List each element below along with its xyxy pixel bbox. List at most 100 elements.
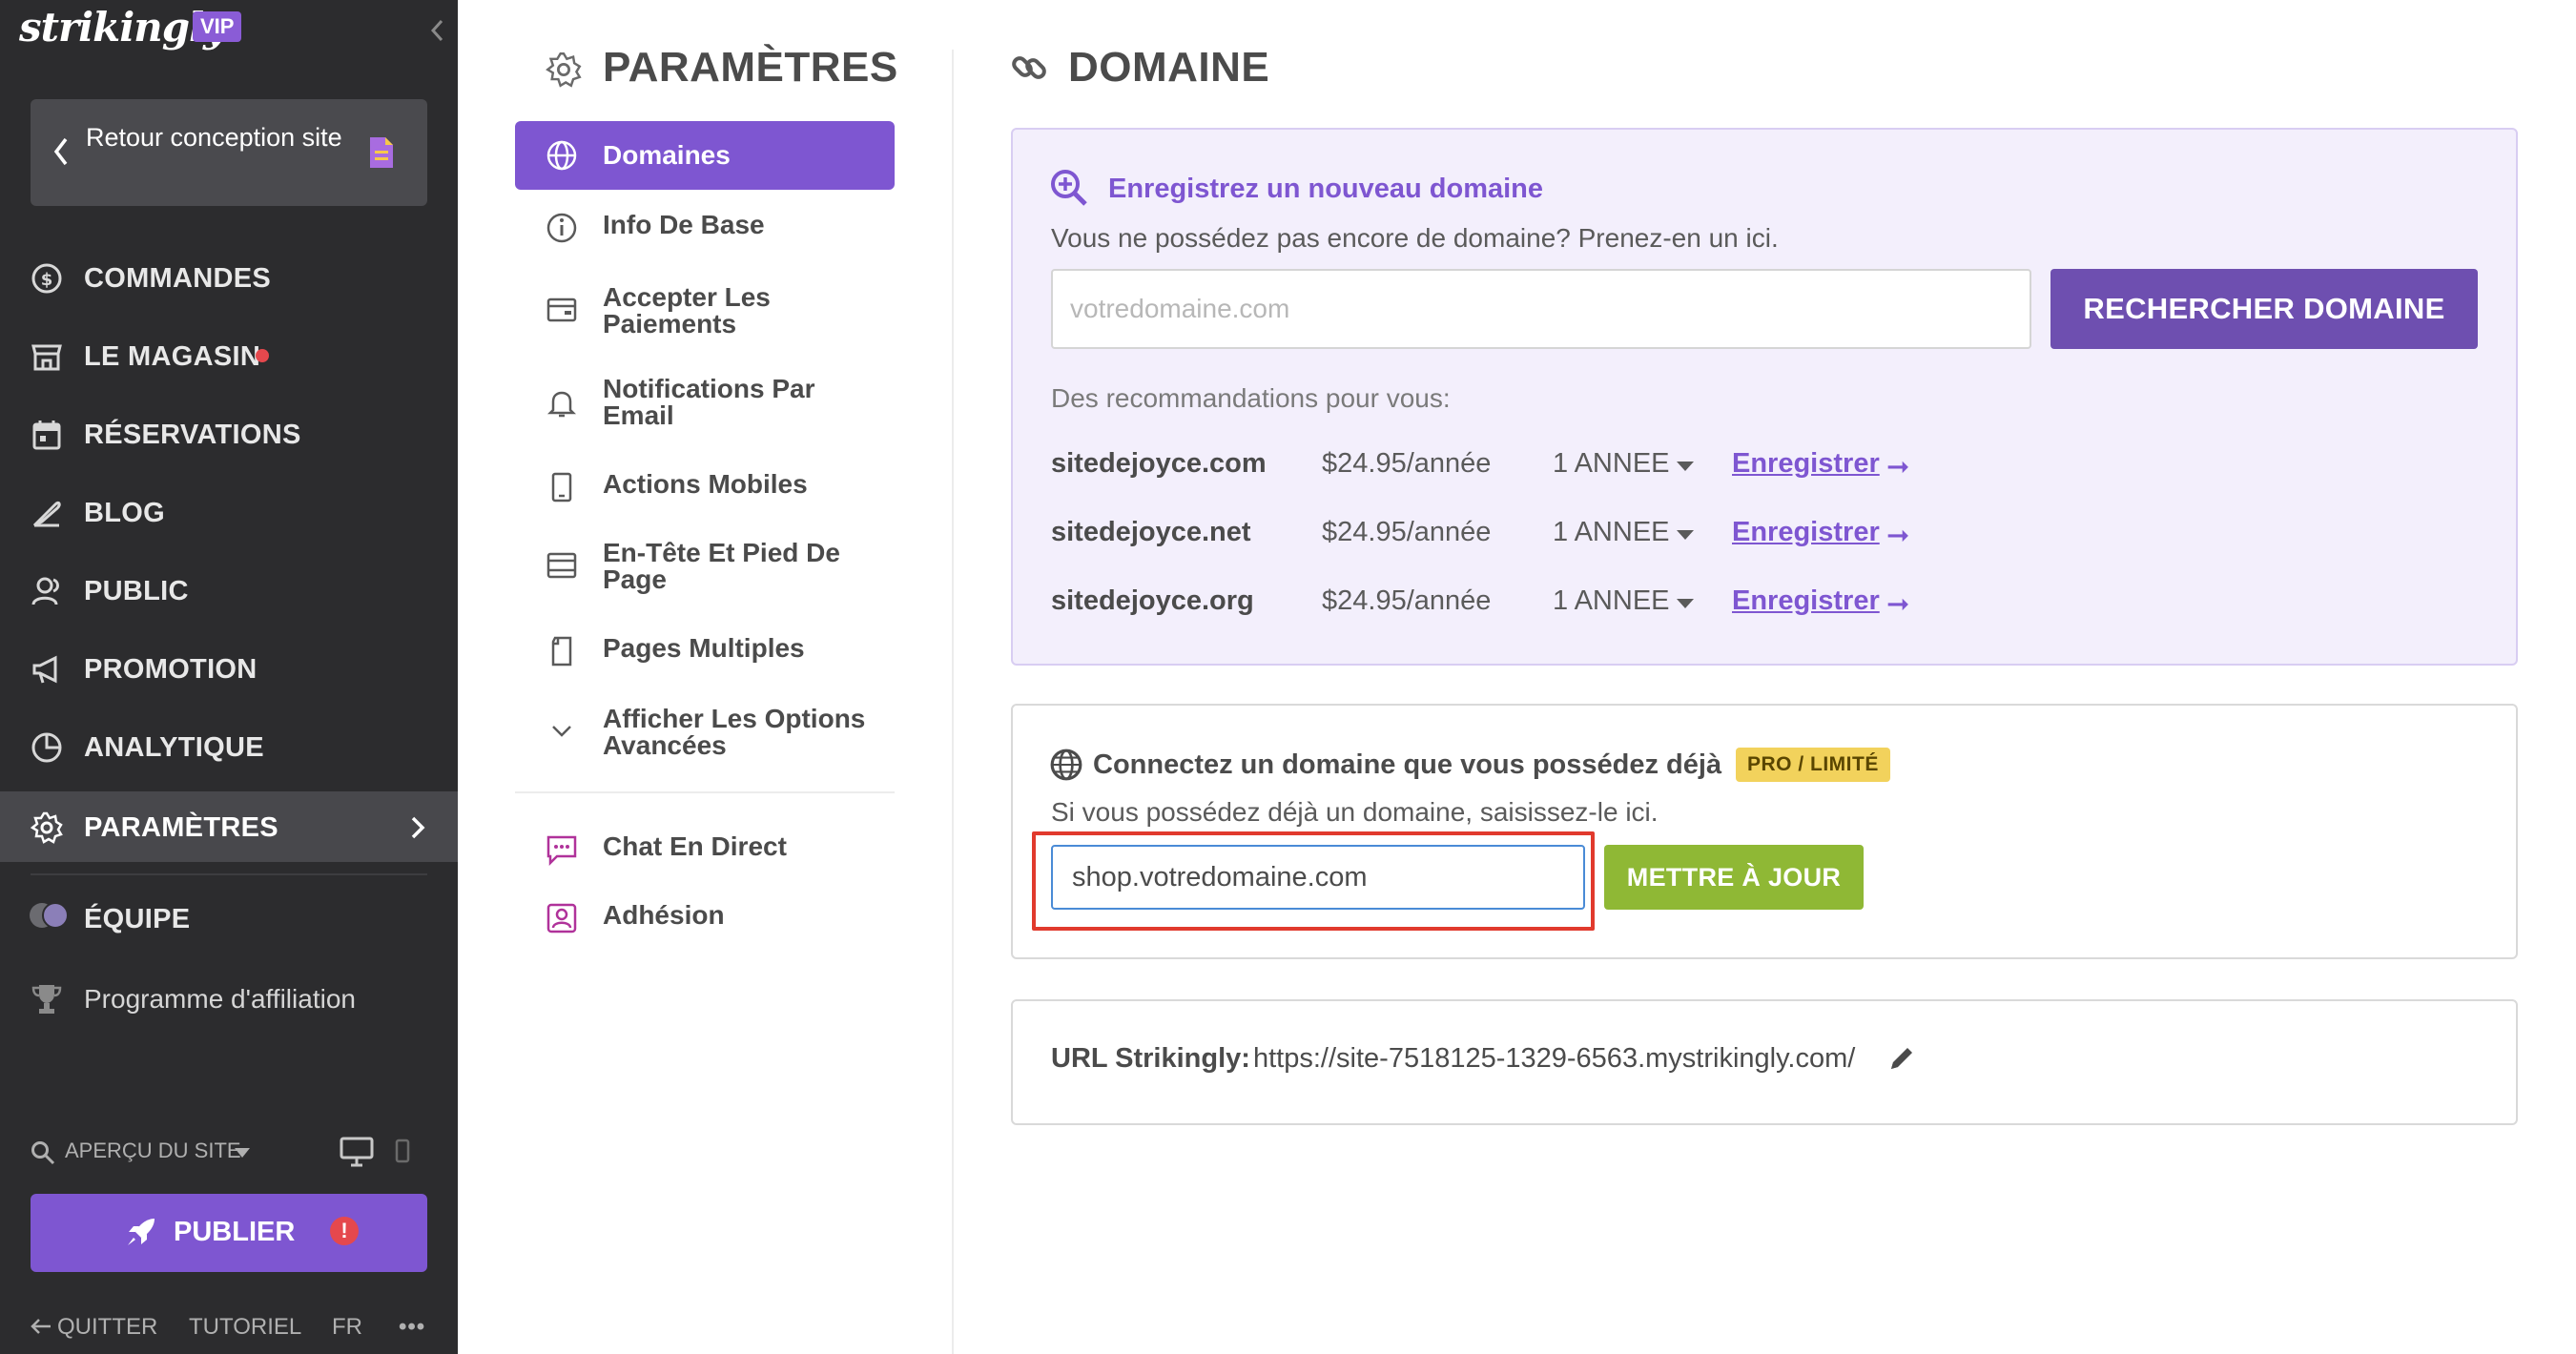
affiliate-program-link[interactable]: Programme d'affiliation: [84, 984, 356, 1015]
svg-text:$: $: [41, 270, 53, 290]
nav-label: PARAMÈTRES: [84, 812, 278, 843]
menu-item-label: Info De Base: [603, 210, 765, 239]
nav-label: COMMANDES: [84, 263, 272, 294]
settings-page-title: PARAMÈTRES: [603, 44, 898, 91]
mobile-device-icon[interactable]: [395, 1139, 410, 1163]
nav-label: PROMOTION: [84, 654, 258, 685]
layout-icon: [546, 552, 577, 579]
menu-item-label: Afficher Les Options Avancées: [603, 704, 866, 760]
menu-item-chat-direct[interactable]: Chat En Direct: [515, 833, 895, 868]
nav-label: RÉSERVATIONS: [84, 420, 301, 450]
menu-item-adhesion[interactable]: Adhésion: [515, 902, 895, 936]
period-select[interactable]: 1 ANNEE: [1553, 448, 1670, 480]
caret-down-icon[interactable]: [1677, 462, 1694, 471]
menu-item-label: Chat En Direct: [603, 831, 787, 861]
sidebar-divider: [31, 873, 427, 875]
rocket-icon: [128, 1219, 155, 1245]
quit-link[interactable]: QUITTER: [57, 1314, 157, 1341]
settings-gear-icon: [546, 52, 582, 88]
nav-public[interactable]: PUBLIC: [0, 555, 458, 626]
nav-label: BLOG: [84, 498, 165, 528]
connect-domain-title: Connectez un domaine que vous possédez d…: [1093, 749, 1722, 780]
menu-item-domaines[interactable]: Domaines: [515, 121, 895, 190]
nav-blog[interactable]: BLOG: [0, 477, 458, 547]
menu-item-accepter-paiements[interactable]: Accepter Les Paiements: [515, 284, 895, 341]
pie-chart-icon: [31, 732, 62, 763]
nav-equipe[interactable]: ÉQUIPE: [0, 883, 458, 954]
period-select[interactable]: 1 ANNEE: [1553, 517, 1670, 548]
nav-commandes[interactable]: $ COMMANDES: [0, 242, 458, 313]
menu-item-info-de-base[interactable]: Info De Base: [515, 212, 895, 246]
register-domain-title: Enregistrez un nouveau domaine: [1108, 174, 1544, 204]
desktop-icon[interactable]: [340, 1137, 374, 1167]
language-selector[interactable]: FR: [332, 1314, 362, 1341]
publish-label: PUBLIER: [174, 1217, 296, 1247]
nav-le-magasin[interactable]: LE MAGASIN: [0, 320, 458, 391]
pencil-icon[interactable]: [1886, 1043, 1917, 1074]
register-domain-subtitle: Vous ne possédez pas encore de domaine? …: [1051, 223, 1779, 253]
nav-analytique[interactable]: ANALYTIQUE: [0, 711, 458, 782]
dollar-circle-icon: $: [31, 263, 62, 294]
menu-item-actions-mobiles[interactable]: Actions Mobiles: [515, 471, 895, 505]
nav-label: PUBLIC: [84, 576, 189, 606]
app-window: strikingly VIP Retour conception site $ …: [0, 0, 2576, 1354]
site-preview-label: APERÇU DU SITE: [65, 1139, 241, 1162]
publish-button[interactable]: PUBLIER !: [31, 1194, 427, 1272]
tutorial-link[interactable]: TUTORIEL: [189, 1314, 301, 1341]
member-icon: [546, 903, 577, 933]
nav-label: ÉQUIPE: [84, 904, 191, 934]
update-domain-button[interactable]: METTRE À JOUR: [1604, 845, 1864, 910]
menu-item-notifications-email[interactable]: Notifications Par Email: [515, 376, 895, 433]
menu-item-pages-multiples[interactable]: Pages Multiples: [515, 635, 895, 669]
publish-warning-badge: !: [330, 1217, 359, 1245]
chevron-down-icon: [552, 726, 571, 737]
back-to-design-button[interactable]: Retour conception site: [31, 99, 427, 206]
nav-reservations[interactable]: RÉSERVATIONS: [0, 399, 458, 469]
nav-label: LE MAGASIN: [84, 341, 261, 372]
menu-item-options-avancees[interactable]: Afficher Les Options Avancées: [515, 706, 895, 763]
nav-parametres[interactable]: PARAMÈTRES: [0, 791, 458, 862]
info-icon: [546, 213, 577, 243]
collapse-sidebar-icon[interactable]: [425, 13, 448, 48]
site-preview-toggle[interactable]: APERÇU DU SITE: [31, 1139, 250, 1165]
settings-menu-panel: [458, 0, 954, 1354]
mobile-icon: [551, 472, 572, 503]
caret-down-icon[interactable]: [1677, 599, 1694, 608]
caret-down-icon[interactable]: [1677, 530, 1694, 540]
menu-item-label: Adhésion: [603, 900, 725, 930]
nav-promotion[interactable]: PROMOTION: [0, 633, 458, 704]
menu-item-label: En-Tête Et Pied De Page: [603, 538, 840, 594]
back-to-design-label: Retour conception site: [86, 123, 342, 152]
search-icon: [31, 1141, 55, 1165]
pages-icon: [551, 636, 572, 667]
register-link[interactable]: Enregistrer: [1732, 448, 1880, 480]
more-options-icon[interactable]: •••: [399, 1314, 425, 1341]
register-link[interactable]: Enregistrer: [1732, 585, 1880, 617]
arrow-left-icon: [31, 1319, 51, 1334]
store-icon: [31, 344, 62, 371]
notification-dot: [256, 349, 269, 362]
page-editor-icon: [370, 137, 393, 168]
search-domain-button[interactable]: RECHERCHER DOMAINE: [2050, 269, 2478, 349]
chevron-left-icon: [53, 137, 68, 166]
menu-divider: [515, 791, 895, 793]
trophy-icon: [31, 985, 62, 1014]
caret-down-icon: [235, 1148, 250, 1158]
menu-item-label: Domaines: [603, 140, 731, 170]
recommendation-row: sitedejoyce.net $24.95/année 1 ANNEE Enr…: [1051, 517, 2005, 555]
vip-badge: VIP: [193, 11, 242, 42]
menu-item-entete-pied-page[interactable]: En-Tête Et Pied De Page: [515, 540, 895, 597]
register-link[interactable]: Enregistrer: [1732, 517, 1880, 548]
column-divider: [952, 50, 954, 1354]
domain-search-input[interactable]: [1051, 269, 2031, 349]
recommendations-label: Des recommandations pour vous:: [1051, 383, 1451, 413]
custom-domain-input[interactable]: [1051, 845, 1585, 910]
arrow-right-icon: ➞: [1886, 589, 1910, 620]
globe-icon: [1050, 749, 1082, 781]
chat-icon: [546, 835, 577, 866]
period-select[interactable]: 1 ANNEE: [1553, 585, 1670, 617]
recommended-domain: sitedejoyce.net: [1051, 517, 1251, 547]
feather-icon: [32, 501, 61, 527]
menu-item-label: Actions Mobiles: [603, 469, 808, 499]
gear-icon: [31, 811, 63, 844]
